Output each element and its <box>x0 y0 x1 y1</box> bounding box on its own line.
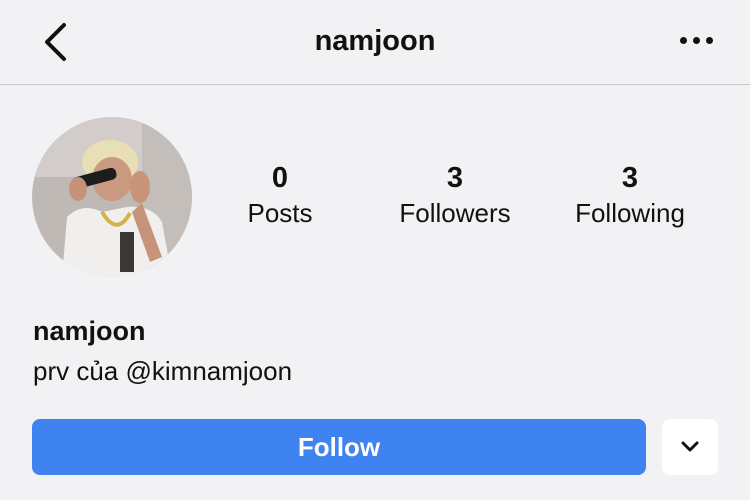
following-count: 3 <box>621 162 639 194</box>
more-options-button[interactable] <box>666 18 726 62</box>
more-horizontal-icon <box>679 36 687 44</box>
stat-posts[interactable]: 0 Posts <box>200 160 360 230</box>
stat-following[interactable]: 3 Following <box>550 160 710 230</box>
more-dot <box>705 36 713 44</box>
header-bar: namjoon <box>0 0 750 85</box>
avatar[interactable] <box>32 117 192 277</box>
posts-label: Posts <box>247 198 313 228</box>
chevron-down-icon <box>681 441 699 452</box>
followers-label: Followers <box>399 198 511 228</box>
profile-bio: prv của @kimnamjoon <box>33 356 293 386</box>
profile-name: namjoon <box>33 316 146 346</box>
profile-photo <box>32 117 192 277</box>
follow-button[interactable]: Follow <box>32 419 646 475</box>
suggested-accounts-button[interactable] <box>662 419 718 475</box>
stat-followers[interactable]: 3 Followers <box>375 160 535 230</box>
more-dot <box>692 36 700 44</box>
profile-screen: namjoon 0 Posts 3 Followers 3 Following … <box>0 0 750 500</box>
following-label: Following <box>575 198 685 228</box>
posts-count: 0 <box>271 162 289 194</box>
page-title: namjoon <box>314 25 436 57</box>
followers-count: 3 <box>446 162 464 194</box>
